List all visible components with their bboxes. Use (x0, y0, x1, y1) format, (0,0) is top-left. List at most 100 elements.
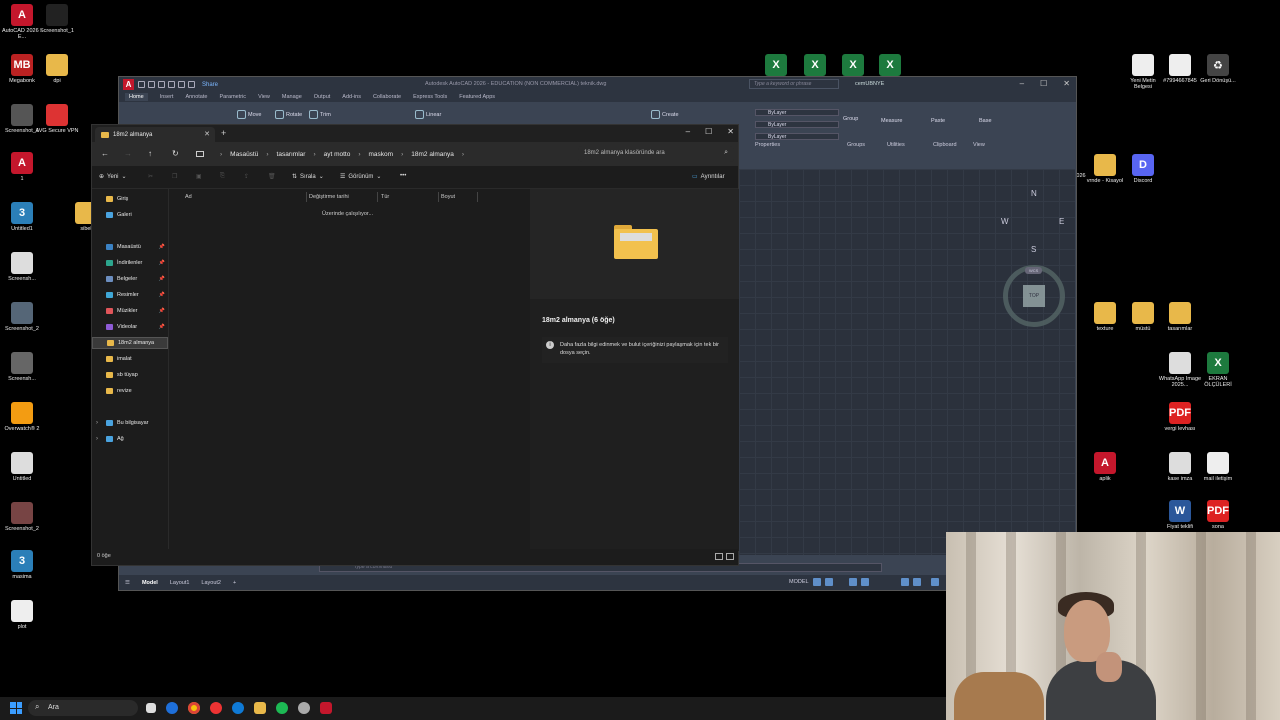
open-icon[interactable] (148, 81, 155, 88)
sort-button[interactable]: ⇅ Sırala ⌄ (292, 173, 324, 181)
lineweight-icon[interactable] (931, 578, 939, 586)
search-input[interactable]: 18m2 almanya klasöründe ara ⌕ (578, 146, 734, 162)
model-space-toggle[interactable]: MODEL (789, 579, 809, 585)
osnap-icon[interactable] (901, 578, 909, 586)
grid-icon[interactable] (813, 578, 821, 586)
save-icon[interactable] (158, 81, 165, 88)
rotate-button[interactable]: Rotate (275, 110, 302, 119)
wcs-menu[interactable]: WCS (1025, 267, 1043, 274)
chevron-right-icon[interactable]: › (96, 420, 98, 426)
ribbon-tab[interactable]: View (258, 94, 270, 100)
up-icon[interactable]: ↑ (148, 149, 152, 158)
sidebar-item[interactable]: Masaüstü 📌 (92, 241, 168, 253)
task-view-icon[interactable] (146, 703, 156, 713)
base-button[interactable]: Base (979, 118, 992, 124)
lineweight-select[interactable]: ByLayer (755, 133, 839, 140)
refresh-icon[interactable]: ↻ (172, 149, 179, 158)
desktop-icon[interactable]: D Discord (1121, 154, 1165, 184)
ribbon-tab[interactable]: Add-ins (342, 94, 361, 100)
desktop-icon[interactable]: AVG Secure VPN (35, 104, 79, 134)
otrack-icon[interactable] (913, 578, 921, 586)
desktop-icon[interactable]: dpi (35, 54, 79, 84)
details-button[interactable]: ▭ Ayrıntılar (692, 173, 725, 181)
share-button[interactable]: Share (202, 82, 218, 88)
group-button[interactable]: Group (843, 116, 858, 122)
ribbon-tab[interactable]: Parametric (219, 94, 246, 100)
sidebar-item[interactable]: 18m2 almanya (92, 337, 168, 349)
ribbon-tab[interactable]: Featured Apps (459, 94, 495, 100)
excel-file-icon[interactable]: X (754, 54, 798, 78)
desktop-icon[interactable]: Aaplik (1083, 452, 1127, 482)
desktop-icon[interactable]: PDF sona (1196, 500, 1240, 530)
details-view-icon[interactable] (715, 553, 723, 560)
properties-panel-title[interactable]: Properties (755, 142, 780, 148)
paste-icon[interactable]: ▣ (196, 173, 202, 180)
breadcrumb-item[interactable]: Masaüstü (230, 151, 258, 158)
desktop-icon[interactable]: Untitled (0, 452, 44, 482)
sidebar-item[interactable]: Galeri (92, 209, 168, 221)
sidebar-item[interactable]: Müzikler 📌 (92, 305, 168, 317)
rename-icon[interactable]: ⎘ (220, 173, 225, 180)
ribbon-tab[interactable]: Collaborate (373, 94, 401, 100)
desktop-icon[interactable]: PDF vergi levhası (1158, 402, 1202, 432)
hamburger-icon[interactable]: ☰ (125, 580, 130, 586)
breadcrumb-item[interactable]: tasarımlar (277, 151, 306, 158)
pin-icon[interactable]: 📌 (159, 260, 165, 266)
sidebar-item[interactable]: Resimler 📌 (92, 289, 168, 301)
groups-panel-title[interactable]: Groups (847, 142, 865, 148)
maximize-icon[interactable]: ☐ (705, 127, 712, 136)
close-tab-icon[interactable]: ✕ (204, 130, 210, 138)
edge-alt-icon[interactable] (232, 702, 244, 714)
tab-layout2[interactable]: Layout2 (201, 580, 221, 586)
minimize-icon[interactable]: – (686, 127, 690, 136)
desktop-icon[interactable]: A1 (0, 152, 44, 182)
desktop-icon[interactable]: ♻ Geri Dönüşü... (1196, 54, 1240, 84)
explorer-tab[interactable]: 18m2 almanya ✕ (95, 127, 215, 142)
column-name[interactable]: Ad (185, 194, 192, 200)
file-list[interactable]: Ad Değiştirme tarihi Tür Boyut Üzerinde … (170, 189, 530, 551)
sidebar-item[interactable]: Belgeler 📌 (92, 273, 168, 285)
paste-button[interactable]: Paste (931, 118, 945, 124)
breadcrumb-item[interactable]: ayt motto (324, 151, 351, 158)
this-pc-icon[interactable] (196, 151, 204, 157)
sidebar-item[interactable]: › Ağ (92, 433, 168, 445)
pin-icon[interactable]: 📌 (159, 292, 165, 298)
polar-icon[interactable] (861, 578, 869, 586)
undo-icon[interactable] (188, 81, 195, 88)
view-button[interactable]: ☰ Görünüm ⌄ (340, 173, 381, 181)
ortho-icon[interactable] (849, 578, 857, 586)
copy-icon[interactable]: ❐ (172, 173, 177, 180)
chrome-icon[interactable] (188, 702, 200, 714)
more-options-icon[interactable]: ••• (400, 173, 406, 179)
linear-button[interactable]: Linear (415, 110, 441, 119)
pin-icon[interactable]: 📌 (159, 308, 165, 314)
viewcube-top[interactable]: TOP (1023, 285, 1045, 307)
ribbon-tab[interactable]: Insert (160, 94, 174, 100)
color-select[interactable]: ByLayer (755, 109, 839, 116)
drawing-canvas[interactable] (739, 169, 1075, 555)
desktop-icon[interactable]: Overwatch® 2 (0, 402, 44, 432)
add-layout-icon[interactable]: + (233, 580, 236, 586)
chevron-right-icon[interactable]: › (462, 151, 464, 158)
desktop-icon[interactable]: mail iletişim (1196, 452, 1240, 482)
breadcrumb[interactable]: › Masaüstü › tasarımlar › ayt motto › ma… (196, 146, 574, 162)
new-button[interactable]: ⊕ Yeni ⌄ (99, 173, 127, 181)
tab-layout1[interactable]: Layout1 (170, 580, 190, 586)
close-icon[interactable]: ✕ (727, 127, 734, 136)
viewcube[interactable]: TOP (1003, 265, 1065, 327)
column-type[interactable]: Tür (381, 194, 389, 200)
autocad-logo[interactable]: A (123, 79, 134, 90)
autocad-taskbar-icon[interactable] (320, 702, 332, 714)
clipboard-panel-title[interactable]: Clipboard (933, 142, 957, 148)
tiles-view-icon[interactable] (726, 553, 734, 560)
windows-start-icon[interactable] (10, 702, 22, 714)
chevron-right-icon[interactable]: › (96, 436, 98, 442)
settings-icon[interactable] (298, 702, 310, 714)
column-size[interactable]: Boyut (441, 194, 455, 200)
desktop-icon[interactable]: X EKRAN ÖLÇÜLERİ (1196, 352, 1240, 389)
snap-icon[interactable] (825, 578, 833, 586)
cut-icon[interactable]: ✂ (148, 173, 153, 180)
back-icon[interactable]: ← (101, 149, 109, 158)
trim-button[interactable]: Trim (309, 110, 331, 119)
desktop-icon[interactable]: tasarımlar (1158, 302, 1202, 332)
